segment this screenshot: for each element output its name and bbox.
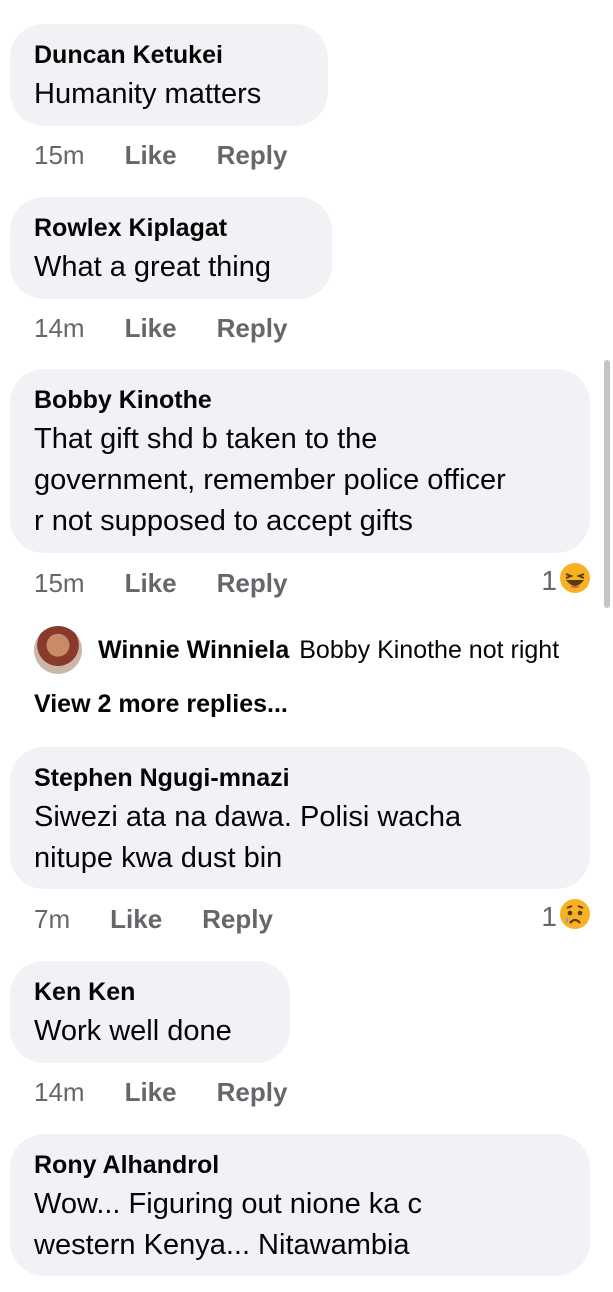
comment-bubble[interactable]: Stephen Ngugi-mnazi Siwezi ata na dawa. … — [10, 747, 590, 889]
reply-text: Bobby Kinothe not right — [299, 635, 560, 664]
comment-time: 14m — [34, 1076, 85, 1107]
avatar[interactable] — [34, 626, 82, 674]
reply-author[interactable]: Winnie Winniela — [98, 636, 289, 665]
comment-time: 15m — [34, 139, 85, 170]
comment-text: Humanity matters — [34, 78, 262, 110]
reaction-count: 1 — [541, 901, 557, 932]
sad-emoji-icon — [559, 898, 591, 937]
comment-text: Wow... Figuring out nione ka c western K… — [34, 1188, 422, 1261]
reply-button[interactable]: Reply — [202, 904, 273, 935]
like-button[interactable]: Like — [125, 140, 177, 171]
comment-author[interactable]: Bobby Kinothe — [34, 385, 566, 415]
comment-author[interactable]: Ken Ken — [34, 977, 266, 1007]
comment-meta: 15m Like Reply — [34, 135, 327, 175]
reply-preview[interactable]: Winnie Winniela Bobby Kinothe not right — [34, 625, 559, 675]
comment-author[interactable]: Rony Alhandrol — [34, 1150, 566, 1180]
like-button[interactable]: Like — [125, 313, 177, 344]
reply-button[interactable]: Reply — [217, 568, 288, 599]
scrollbar[interactable] — [604, 360, 610, 608]
like-button[interactable]: Like — [125, 1077, 177, 1108]
reaction-summary[interactable]: 1 — [541, 897, 591, 937]
view-more-replies-link[interactable]: View 2 more replies... — [34, 690, 288, 719]
comment-author[interactable]: Rowlex Kiplagat — [34, 213, 308, 243]
comment-bubble[interactable]: Rowlex Kiplagat What a great thing — [10, 197, 332, 299]
comment-meta: 14m Like Reply — [34, 1072, 327, 1112]
comment-meta: 7m Like Reply — [34, 899, 313, 939]
comment-text: Work well done — [34, 1015, 232, 1047]
comment-text: What a great thing — [34, 251, 271, 283]
comment-bubble[interactable]: Ken Ken Work well done — [10, 961, 290, 1063]
comment-time: 15m — [34, 567, 85, 598]
comment-text: That gift shd b taken to the government,… — [34, 423, 506, 537]
comment-text: Siwezi ata na dawa. Polisi wacha nitupe … — [34, 801, 462, 874]
comment-bubble[interactable]: Bobby Kinothe That gift shd b taken to t… — [10, 369, 590, 553]
comment-author[interactable]: Duncan Ketukei — [34, 40, 304, 70]
reply-button[interactable]: Reply — [217, 140, 288, 171]
comment-bubble[interactable]: Duncan Ketukei Humanity matters — [10, 24, 328, 126]
comment-meta: 15m Like Reply — [34, 563, 327, 603]
haha-emoji-icon — [559, 562, 591, 601]
comment-time: 14m — [34, 312, 85, 343]
like-button[interactable]: Like — [125, 568, 177, 599]
reaction-count: 1 — [541, 565, 557, 596]
comment-time: 7m — [34, 903, 71, 934]
comment-author[interactable]: Stephen Ngugi-mnazi — [34, 763, 566, 793]
reply-button[interactable]: Reply — [217, 1077, 288, 1108]
reply-button[interactable]: Reply — [217, 313, 288, 344]
reaction-summary[interactable]: 1 — [541, 561, 591, 601]
comment-bubble[interactable]: Rony Alhandrol Wow... Figuring out nione… — [10, 1134, 590, 1276]
comment-meta: 14m Like Reply — [34, 308, 327, 348]
like-button[interactable]: Like — [110, 904, 162, 935]
